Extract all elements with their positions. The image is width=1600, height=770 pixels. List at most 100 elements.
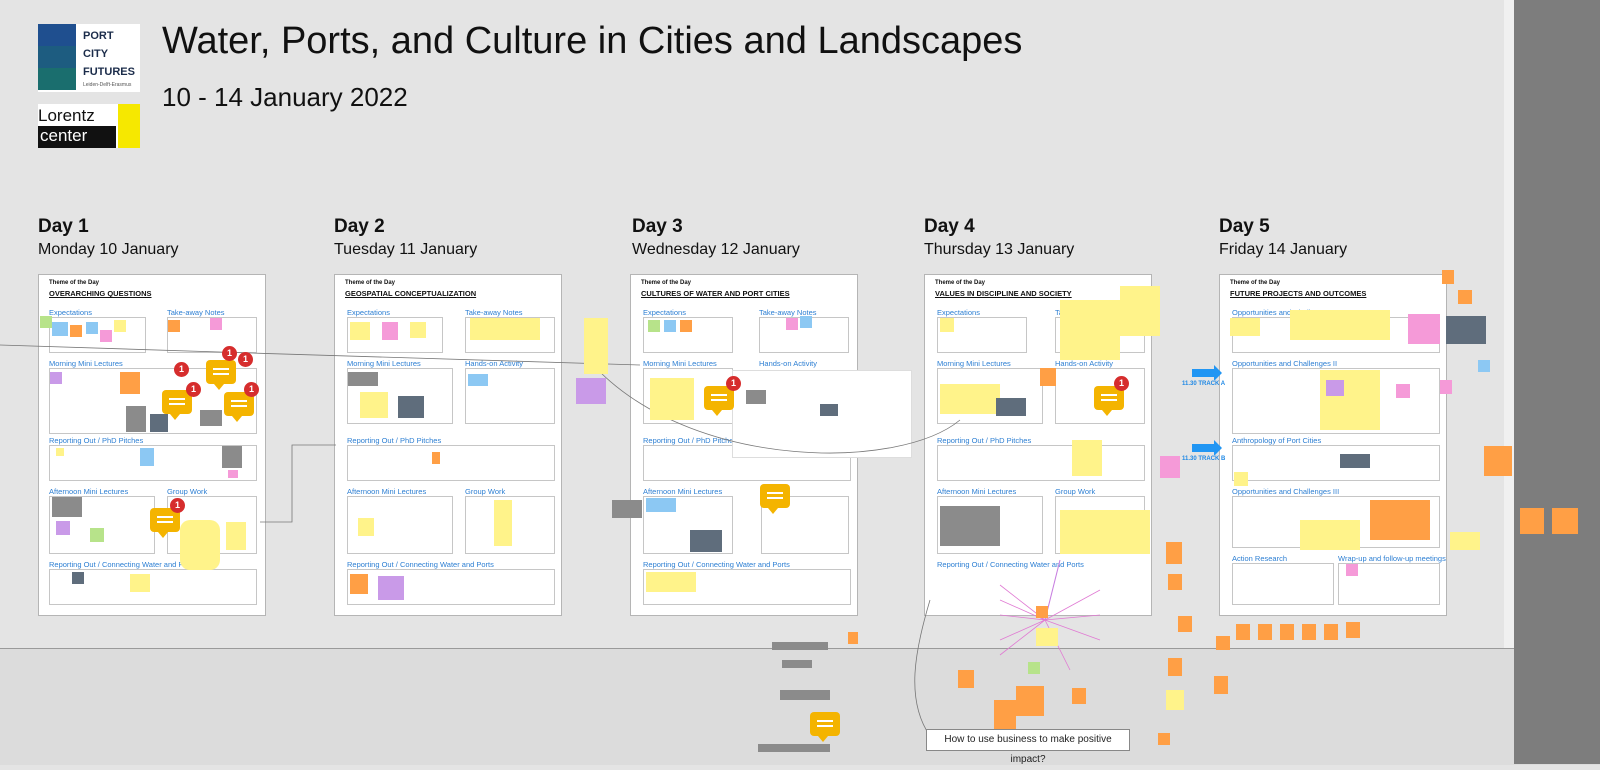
- image-thumbnail[interactable]: [398, 396, 424, 418]
- sticky-note[interactable]: [958, 670, 974, 688]
- sticky-note[interactable]: [680, 320, 692, 332]
- sticky-note[interactable]: [228, 470, 238, 478]
- sticky-note[interactable]: [1326, 380, 1344, 396]
- sticky-note[interactable]: [1072, 688, 1086, 704]
- sticky-note[interactable]: [1214, 676, 1228, 694]
- sticky-note[interactable]: [130, 574, 150, 592]
- sticky-note[interactable]: [140, 448, 154, 466]
- sticky-note[interactable]: [50, 372, 62, 384]
- image-thumbnail[interactable]: [72, 572, 84, 584]
- sticky-note[interactable]: [1036, 628, 1058, 646]
- sticky-note[interactable]: [800, 316, 812, 328]
- sticky-note[interactable]: [1484, 446, 1512, 476]
- sticky-note[interactable]: [358, 518, 374, 536]
- sticky-note[interactable]: [90, 528, 104, 542]
- image-thumbnail[interactable]: [348, 372, 378, 386]
- sticky-note[interactable]: [100, 330, 112, 342]
- sticky-note[interactable]: [52, 322, 68, 336]
- sticky-note-cluster[interactable]: [1120, 286, 1160, 336]
- sticky-note[interactable]: [786, 318, 798, 330]
- sticky-note[interactable]: [1160, 456, 1180, 478]
- sticky-note[interactable]: [1440, 380, 1452, 394]
- sticky-note[interactable]: [70, 325, 82, 337]
- image-strip[interactable]: [782, 660, 812, 668]
- image-strip[interactable]: [780, 690, 830, 700]
- sticky-note[interactable]: [1230, 318, 1260, 336]
- sticky-note[interactable]: [1178, 616, 1192, 632]
- image-thumbnail[interactable]: [1340, 454, 1370, 468]
- whiteboard-canvas[interactable]: PORT CITY FUTURES Leiden-Delft-Erasmus L…: [0, 0, 1600, 765]
- sticky-note[interactable]: [646, 572, 696, 592]
- sticky-note-cluster[interactable]: [180, 520, 220, 570]
- sticky-note[interactable]: [848, 632, 858, 644]
- sticky-note[interactable]: [1016, 686, 1044, 716]
- image-thumbnail[interactable]: [576, 378, 606, 404]
- sticky-note[interactable]: [114, 320, 126, 332]
- sticky-note-stack[interactable]: [584, 318, 608, 374]
- sticky-note[interactable]: [226, 522, 246, 550]
- sticky-note[interactable]: [1166, 690, 1184, 710]
- sticky-note[interactable]: [1168, 658, 1182, 676]
- sticky-note[interactable]: [1324, 624, 1338, 640]
- sticky-note-stack[interactable]: [494, 500, 512, 546]
- sticky-note[interactable]: [1040, 368, 1056, 386]
- image-thumbnail[interactable]: [746, 390, 766, 404]
- sticky-note[interactable]: [648, 320, 660, 332]
- sticky-note[interactable]: [360, 392, 388, 418]
- comment-icon[interactable]: [760, 484, 790, 514]
- image-thumbnail[interactable]: [996, 398, 1026, 416]
- sticky-note[interactable]: [1552, 508, 1578, 534]
- image-thumbnail[interactable]: [940, 506, 1000, 546]
- sticky-note[interactable]: [1346, 564, 1358, 576]
- image-thumbnail[interactable]: [612, 500, 642, 518]
- sticky-note[interactable]: [350, 322, 370, 340]
- sticky-note-cluster[interactable]: [650, 378, 694, 420]
- sticky-note[interactable]: [1280, 624, 1294, 640]
- sticky-note[interactable]: [1442, 270, 1454, 284]
- image-thumbnail[interactable]: [690, 530, 722, 552]
- sticky-note[interactable]: [1072, 440, 1102, 476]
- sticky-note[interactable]: [1166, 542, 1182, 564]
- sticky-note[interactable]: [1520, 508, 1544, 534]
- sticky-note[interactable]: [40, 316, 52, 328]
- sticky-note-cluster[interactable]: [940, 384, 1000, 414]
- sticky-note-cluster[interactable]: [1060, 300, 1120, 360]
- sticky-note[interactable]: [1458, 290, 1472, 304]
- comment-icon[interactable]: [206, 360, 236, 390]
- sticky-note[interactable]: [1408, 314, 1440, 344]
- sticky-note[interactable]: [1168, 574, 1182, 590]
- image-thumbnail[interactable]: [126, 406, 146, 432]
- sticky-note[interactable]: [468, 374, 488, 386]
- sticky-note-cluster[interactable]: [1290, 310, 1390, 340]
- sticky-note[interactable]: [1258, 624, 1272, 640]
- sticky-note[interactable]: [210, 318, 222, 330]
- image-thumbnail[interactable]: [820, 404, 838, 416]
- sticky-note[interactable]: [382, 322, 398, 340]
- sticky-note[interactable]: [1028, 662, 1040, 674]
- image-thumbnail[interactable]: [200, 410, 222, 426]
- sticky-note-cluster[interactable]: [1320, 370, 1380, 430]
- sticky-note[interactable]: [350, 574, 368, 594]
- sticky-note[interactable]: [410, 322, 426, 338]
- sticky-note[interactable]: [940, 318, 954, 332]
- sticky-note[interactable]: [56, 521, 70, 535]
- sticky-note[interactable]: [1478, 360, 1490, 372]
- sticky-note[interactable]: [1302, 624, 1316, 640]
- sticky-note-cluster[interactable]: [1300, 520, 1360, 550]
- comment-icon[interactable]: [810, 712, 840, 742]
- question-textbox[interactable]: How to use business to make positive imp…: [926, 729, 1130, 765]
- sticky-note[interactable]: [432, 452, 440, 464]
- sticky-note[interactable]: [1346, 622, 1360, 638]
- sticky-note[interactable]: [168, 320, 180, 332]
- sticky-note[interactable]: [378, 576, 404, 600]
- image-thumbnail[interactable]: [222, 446, 242, 468]
- sticky-note-cluster[interactable]: [1370, 500, 1430, 540]
- sticky-note[interactable]: [646, 498, 676, 512]
- sticky-note-group[interactable]: [470, 318, 540, 340]
- sticky-note[interactable]: [1236, 624, 1250, 640]
- sticky-note[interactable]: [56, 448, 64, 456]
- sticky-note[interactable]: [1396, 384, 1410, 398]
- image-strip[interactable]: [758, 744, 830, 752]
- sticky-note[interactable]: [1216, 636, 1230, 650]
- sticky-note[interactable]: [120, 372, 140, 394]
